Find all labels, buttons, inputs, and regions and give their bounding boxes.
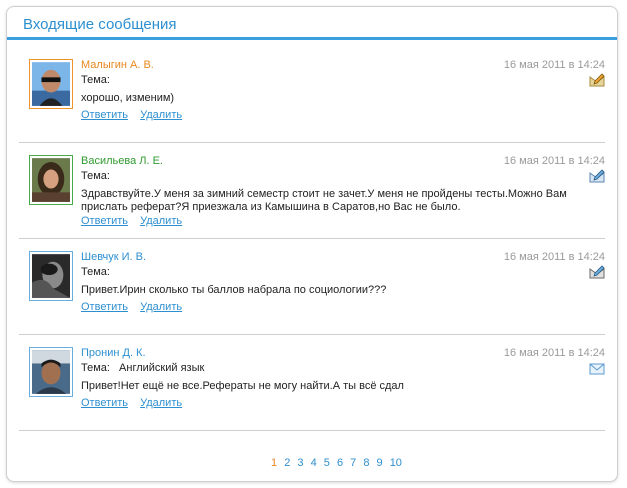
divider	[19, 430, 605, 431]
page-link[interactable]: 4	[311, 457, 317, 469]
message-author[interactable]: Малыгин А. В.	[81, 59, 154, 71]
subject-label: Тема:	[81, 362, 110, 374]
page-link[interactable]: 3	[297, 457, 303, 469]
subject-label: Тема:	[81, 266, 110, 278]
avatar[interactable]	[29, 347, 73, 397]
envelope-icon[interactable]	[589, 361, 605, 375]
message-author[interactable]: Пронин Д. К.	[81, 347, 146, 359]
page-link[interactable]: 2	[284, 457, 290, 469]
avatar-photo	[32, 158, 70, 202]
message-date: 16 мая 2011 в 14:24	[503, 155, 605, 167]
subject-row: Тема: Английский язык	[81, 362, 204, 374]
message-date: 16 мая 2011 в 14:24	[503, 347, 605, 359]
avatar-photo	[32, 62, 70, 106]
subject-row: Тема:	[81, 266, 116, 278]
pagination: 1 2 3 4 5 6 7 8 9 10	[271, 457, 406, 469]
message-body: Здравствуйте.У меня за зимний семестр ст…	[81, 188, 567, 213]
subject-row: Тема:	[81, 170, 116, 182]
subject-row: Тема:	[81, 74, 116, 86]
page-title: Входящие сообщения	[23, 16, 177, 33]
avatar-photo	[32, 350, 70, 394]
message-body: Привет!Нет ещё не все.Рефераты не могу н…	[81, 380, 404, 392]
subject-value: Английский язык	[119, 362, 205, 374]
page-link[interactable]: 8	[363, 457, 369, 469]
read-edit-icon[interactable]	[589, 73, 605, 87]
avatar[interactable]	[29, 59, 73, 109]
message-author[interactable]: Васильева Л. Е.	[81, 155, 163, 167]
message-actions: Ответить Удалить	[81, 397, 191, 409]
message-body: хорошо, изменим)	[81, 92, 175, 104]
page-link[interactable]: 7	[350, 457, 356, 469]
page-link[interactable]: 5	[324, 457, 330, 469]
title-underline	[7, 37, 617, 40]
reply-link[interactable]: Ответить	[81, 397, 128, 409]
message-item: Малыгин А. В. 16 мая 2011 в 14:24 Тема: …	[19, 47, 605, 143]
inbox-panel: Входящие сообщения Малыгин А. В. 16 мая …	[6, 6, 618, 482]
read-edit-icon[interactable]	[589, 169, 605, 183]
page-link[interactable]: 6	[337, 457, 343, 469]
message-author[interactable]: Шевчук И. В.	[81, 251, 146, 263]
reply-link[interactable]: Ответить	[81, 301, 128, 313]
avatar-photo	[32, 254, 70, 298]
delete-link[interactable]: Удалить	[140, 301, 182, 313]
message-actions: Ответить Удалить	[81, 215, 191, 227]
delete-link[interactable]: Удалить	[140, 397, 182, 409]
message-item: Шевчук И. В. 16 мая 2011 в 14:24 Тема: П…	[19, 239, 605, 335]
read-edit-icon[interactable]	[589, 265, 605, 279]
message-item: Васильева Л. Е. 16 мая 2011 в 14:24 Тема…	[19, 143, 605, 239]
delete-link[interactable]: Удалить	[140, 109, 182, 121]
reply-link[interactable]: Ответить	[81, 109, 128, 121]
reply-link[interactable]: Ответить	[81, 215, 128, 227]
message-body: Привет.Ирин сколько ты баллов набрала по…	[81, 284, 387, 296]
message-actions: Ответить Удалить	[81, 109, 191, 121]
page-current[interactable]: 1	[271, 457, 277, 469]
message-date: 16 мая 2011 в 14:24	[503, 251, 605, 263]
subject-label: Тема:	[81, 170, 110, 182]
page-link[interactable]: 9	[377, 457, 383, 469]
message-date: 16 мая 2011 в 14:24	[503, 59, 605, 71]
avatar[interactable]	[29, 251, 73, 301]
message-item: Пронин Д. К. 16 мая 2011 в 14:24 Тема: А…	[19, 335, 605, 431]
avatar[interactable]	[29, 155, 73, 205]
delete-link[interactable]: Удалить	[140, 215, 182, 227]
page-link[interactable]: 10	[390, 457, 402, 469]
message-actions: Ответить Удалить	[81, 301, 191, 313]
subject-label: Тема:	[81, 74, 110, 86]
